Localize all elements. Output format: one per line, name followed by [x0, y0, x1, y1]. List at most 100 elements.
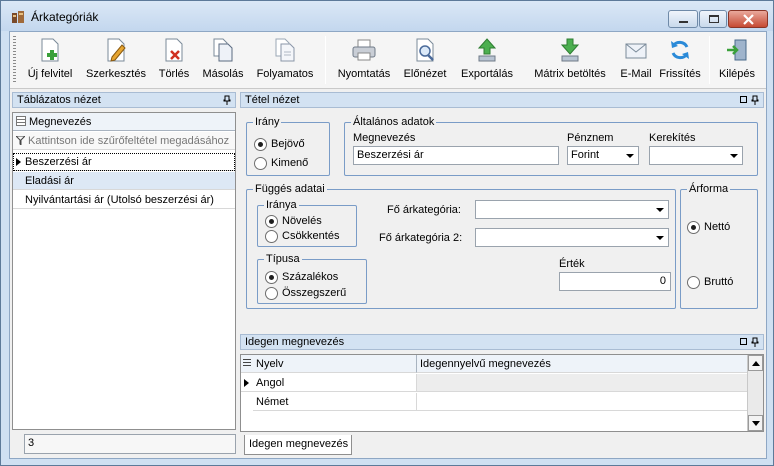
- price-form-group: Árforma Nettó Bruttó: [680, 183, 758, 309]
- row-text: Nyilvántartási ár (Utolsó beszerzési ár): [25, 194, 214, 206]
- price-form-title: Árforma: [687, 183, 731, 195]
- column-chooser-icon[interactable]: [16, 116, 26, 126]
- main-category2-label: Fő árkategória 2:: [379, 232, 463, 244]
- value-field[interactable]: 0: [559, 272, 671, 291]
- foreign-panel-header: Idegen megnevezés: [240, 334, 764, 350]
- scroll-down-button[interactable]: [748, 415, 763, 431]
- filter-icon: [14, 135, 27, 147]
- pin-icon[interactable]: [751, 337, 759, 347]
- maximize-icon: [709, 15, 719, 23]
- maximize-panel-icon[interactable]: [740, 338, 747, 345]
- foreign-name-cell[interactable]: [417, 374, 747, 392]
- preview-icon: [416, 38, 434, 62]
- chevron-down-icon: [626, 154, 634, 158]
- print-button[interactable]: Nyomtatás: [335, 37, 393, 87]
- net-radio[interactable]: [687, 221, 700, 234]
- edit-button[interactable]: Szerkesztés: [84, 37, 148, 87]
- filter-row[interactable]: Kattintson ide szűrőfeltétel megadásához: [13, 132, 235, 150]
- dependency-group-title: Függés adatai: [253, 183, 327, 195]
- app-icon: [12, 11, 24, 23]
- continuous-button[interactable]: Folyamatos: [254, 37, 316, 87]
- exit-door-icon: [727, 39, 747, 61]
- refresh-icon: [671, 40, 689, 60]
- rounding-label: Kerekítés: [649, 132, 696, 144]
- main-category2-select[interactable]: [475, 228, 669, 247]
- minimize-button[interactable]: [668, 10, 698, 28]
- exit-button[interactable]: Kilépés: [716, 37, 758, 87]
- outgoing-radio[interactable]: [254, 157, 267, 170]
- print-label: Nyomtatás: [337, 68, 391, 80]
- direction-group: Irány Bejövő Kimenő: [246, 116, 330, 176]
- left-grid: Megnevezés Kattintson ide szűrőfeltétel …: [12, 112, 236, 430]
- currency-select[interactable]: Forint: [567, 146, 639, 165]
- rounding-select[interactable]: [649, 146, 743, 165]
- record-count-field: 3: [24, 434, 236, 454]
- language-cell[interactable]: Angol: [253, 374, 417, 392]
- incoming-radio[interactable]: [254, 138, 267, 151]
- email-button[interactable]: E-Mail: [616, 37, 656, 87]
- table-row[interactable]: Eladási ár: [13, 172, 235, 190]
- language-cell[interactable]: Német: [253, 393, 417, 411]
- copy-label: Másolás: [202, 68, 244, 80]
- amount-label: Összegszerű: [282, 287, 347, 299]
- maximize-panel-icon[interactable]: [740, 96, 747, 103]
- grid-header-name: Megnevezés: [29, 116, 92, 128]
- net-label: Nettó: [704, 221, 731, 233]
- copy-button[interactable]: Másolás: [200, 37, 246, 87]
- name-label: Megnevezés: [353, 132, 416, 144]
- value-label: Érték: [559, 258, 585, 270]
- chevron-up-icon: [752, 361, 760, 366]
- current-row-indicator-icon: [16, 158, 21, 166]
- dependency-group: Függés adatai Iránya Növelés Csökkentés …: [246, 183, 676, 309]
- column-chooser-icon[interactable]: [241, 355, 253, 373]
- matrix-load-button[interactable]: Mátrix betöltés: [524, 37, 616, 87]
- refresh-label: Frissítés: [659, 68, 701, 80]
- client-area: Új felvitel Szerkesztés Törlés Másolás F…: [9, 31, 767, 459]
- refresh-button[interactable]: Frissítés: [658, 37, 702, 87]
- percentage-radio[interactable]: [265, 271, 278, 284]
- current-row-indicator-icon: [244, 379, 249, 387]
- main-category-label: Fő árkategória:: [387, 204, 461, 216]
- decrease-radio[interactable]: [265, 230, 278, 243]
- vertical-scrollbar[interactable]: [747, 355, 763, 431]
- export-button[interactable]: Exportálás: [456, 37, 518, 87]
- amount-radio[interactable]: [265, 287, 278, 300]
- dependency-type-group: Típusa Százalékos Összegszerű: [257, 253, 367, 304]
- pin-icon[interactable]: [223, 95, 231, 105]
- left-panel-title: Táblázatos nézet: [17, 94, 101, 106]
- close-button[interactable]: [728, 10, 768, 28]
- grid-header[interactable]: Megnevezés: [13, 113, 235, 131]
- main-window: Árkategóriák Új felvitel Szerkesztés Tör…: [0, 0, 774, 466]
- maximize-button[interactable]: [699, 10, 727, 28]
- general-data-group: Általános adatok Megnevezés Beszerzési á…: [344, 116, 758, 176]
- delete-label: Törlés: [158, 68, 190, 80]
- name-field[interactable]: Beszerzési ár: [353, 146, 559, 165]
- preview-button[interactable]: Előnézet: [400, 37, 450, 87]
- dependency-direction-title: Iránya: [264, 199, 299, 211]
- row-text: Eladási ár: [25, 175, 74, 187]
- table-row[interactable]: Nyilvántartási ár (Utolsó beszerzési ár): [13, 191, 235, 209]
- foreign-name-tab[interactable]: Idegen megnevezés: [244, 435, 352, 455]
- foreign-panel-title: Idegen megnevezés: [245, 336, 345, 348]
- toolbar-grip[interactable]: [13, 36, 16, 84]
- foreign-name-cell[interactable]: [417, 393, 747, 411]
- new-record-button[interactable]: Új felvitel: [20, 37, 80, 87]
- scroll-up-button[interactable]: [748, 355, 763, 371]
- chevron-down-icon: [656, 208, 664, 212]
- column-header-language[interactable]: Nyelv: [253, 355, 417, 373]
- increase-radio[interactable]: [265, 215, 278, 228]
- incoming-label: Bejövő: [271, 138, 305, 150]
- main-category-select[interactable]: [475, 200, 669, 219]
- table-row[interactable]: Beszerzési ár: [13, 153, 235, 171]
- new-document-icon: [41, 38, 59, 62]
- import-icon: [560, 38, 580, 62]
- export-label: Exportálás: [461, 68, 513, 80]
- title-bar[interactable]: Árkategóriák: [1, 1, 773, 31]
- pin-icon[interactable]: [751, 95, 759, 105]
- delete-button[interactable]: Törlés: [152, 37, 196, 87]
- toolbar: Új felvitel Szerkesztés Törlés Másolás F…: [10, 32, 766, 89]
- gross-radio[interactable]: [687, 276, 700, 289]
- column-header-foreign-name[interactable]: Idegennyelvű megnevezés: [417, 355, 747, 373]
- filter-placeholder: Kattintson ide szűrőfeltétel megadásához: [28, 135, 230, 147]
- toolbar-separator: [325, 36, 326, 84]
